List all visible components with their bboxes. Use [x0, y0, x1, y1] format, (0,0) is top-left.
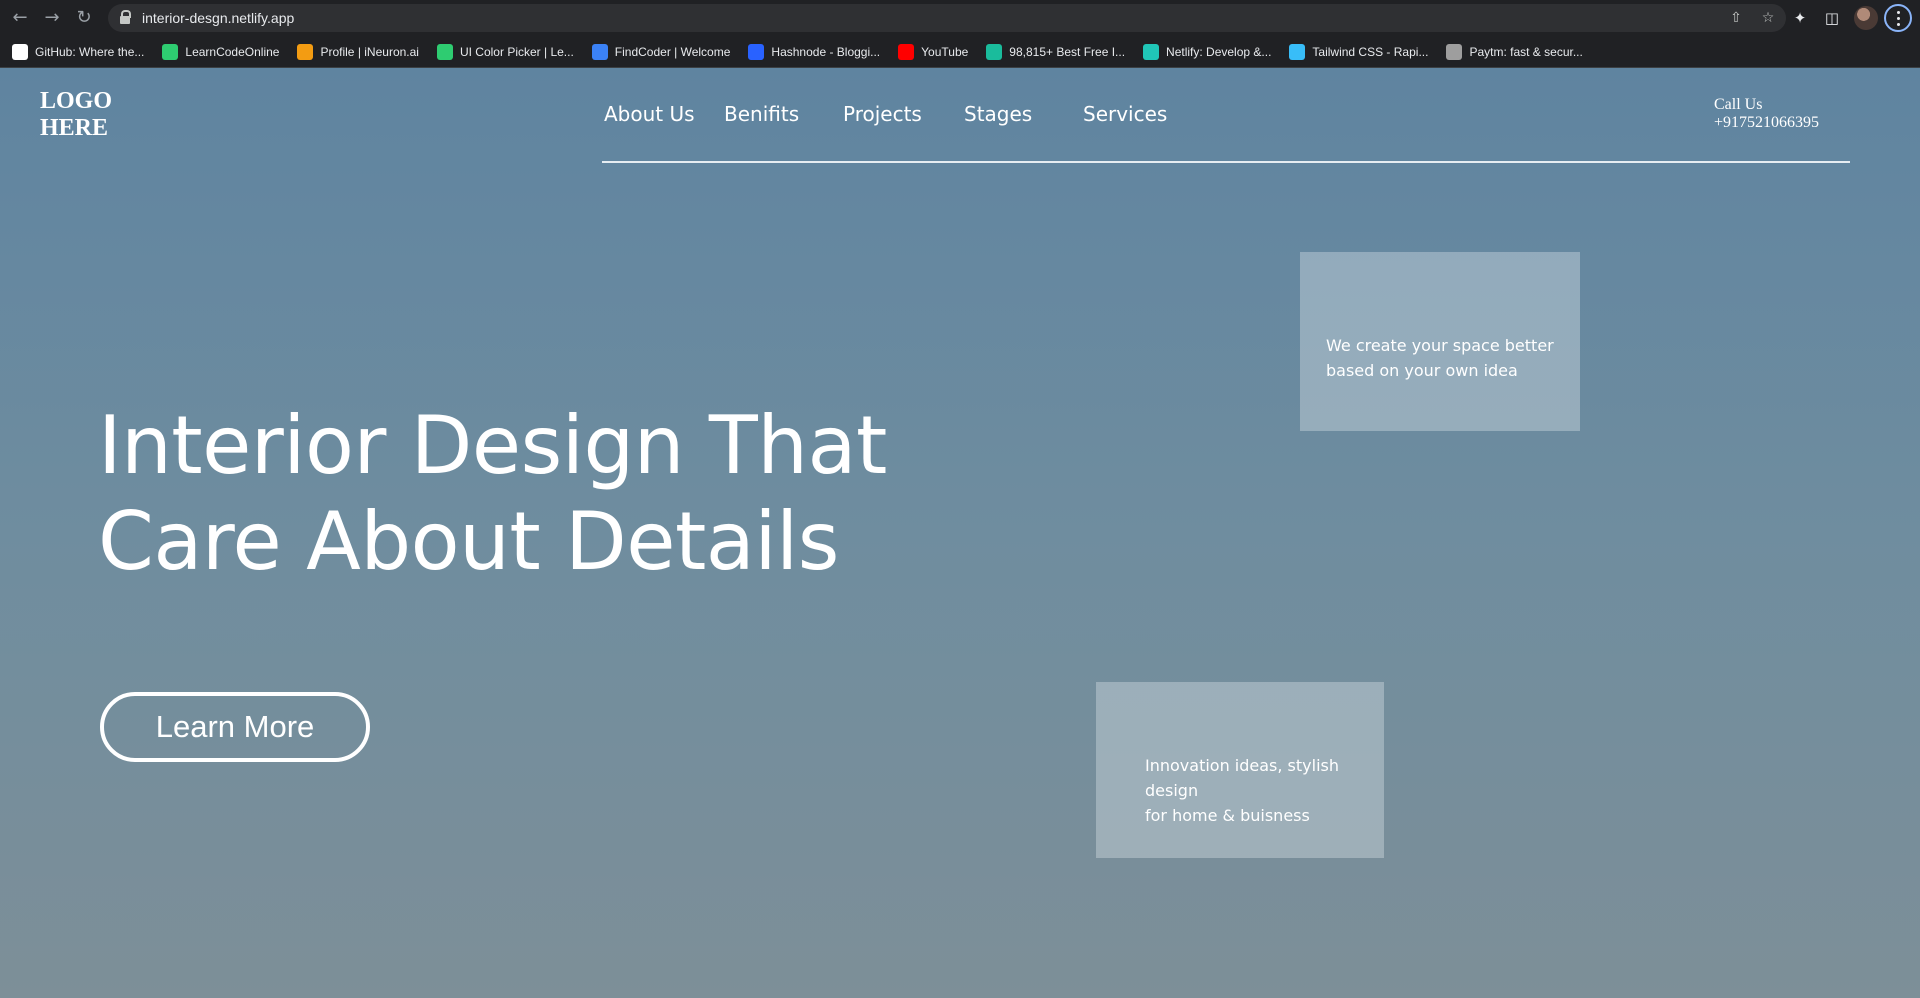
nav-services[interactable]: Services: [1083, 102, 1167, 126]
bookmark-label: Paytm: fast & secur...: [1469, 44, 1583, 59]
card-text-line2: for home & buisness: [1145, 806, 1310, 825]
profile-avatar[interactable]: [1854, 6, 1878, 30]
page-hero: LOGO HERE About Us Benifits Projects Stag…: [0, 68, 1920, 998]
share-icon[interactable]: ⇧: [1726, 8, 1746, 28]
bookmark-item[interactable]: GitHub: Where the...: [12, 43, 145, 60]
bookmark-label: Profile | iNeuron.ai: [320, 44, 419, 59]
bookmarks-bar: GitHub: Where the... LearnCodeOnline Profi…: [0, 36, 1920, 68]
bookmark-item[interactable]: UI Color Picker | Le...: [436, 43, 574, 60]
card-text-line1: Innovation ideas, stylish design: [1145, 756, 1339, 800]
call-us-label: Call Us: [1714, 96, 1763, 113]
learncodeonline-icon: [162, 43, 179, 60]
forward-icon[interactable]: →: [40, 6, 64, 30]
youtube-icon: [898, 43, 915, 60]
lock-icon: [120, 10, 131, 24]
hashnode-icon: [748, 43, 765, 60]
reload-icon[interactable]: ↻: [72, 6, 96, 30]
bookmark-item[interactable]: Profile | iNeuron.ai: [297, 43, 419, 60]
extensions-icon[interactable]: ✦: [1788, 6, 1812, 30]
bookmark-label: Hashnode - Bloggi...: [771, 44, 881, 59]
bookmark-label: FindCoder | Welcome: [614, 44, 731, 59]
feature-card-space: We create your space better based on you…: [1300, 252, 1580, 431]
bookmark-item[interactable]: Netlify: Develop &...: [1143, 43, 1272, 60]
nav-benifits[interactable]: Benifits: [724, 102, 799, 126]
browser-toolbar: ← → ↻ interior-desgn.netlify.app ⇧ ☆ ✦ ◫: [0, 0, 1920, 36]
star-icon[interactable]: ☆: [1758, 8, 1778, 28]
bookmark-label: Tailwind CSS - Rapi...: [1312, 44, 1429, 59]
findcoder-icon: [591, 43, 608, 60]
learn-more-button[interactable]: Learn More: [100, 692, 370, 762]
bookmark-item[interactable]: FindCoder | Welcome: [591, 43, 731, 60]
bookmark-label: 98,815+ Best Free I...: [1009, 44, 1126, 59]
card-text: We create your space better based on you…: [1326, 336, 1554, 380]
ineuron-icon: [297, 43, 314, 60]
freepik-icon: [986, 43, 1003, 60]
bookmark-label: YouTube: [921, 44, 969, 59]
back-icon[interactable]: ←: [8, 6, 32, 30]
address-bar[interactable]: interior-desgn.netlify.app ⇧ ☆: [108, 4, 1786, 32]
bookmark-item[interactable]: Paytm: fast & secur...: [1446, 43, 1583, 60]
learncodeonline-icon: [436, 43, 453, 60]
nav-projects[interactable]: Projects: [843, 102, 922, 126]
bookmark-item[interactable]: 98,815+ Best Free I...: [986, 43, 1126, 60]
netlify-icon: [1143, 43, 1160, 60]
nav-stages[interactable]: Stages: [964, 102, 1032, 126]
bookmark-item[interactable]: Hashnode - Bloggi...: [748, 43, 881, 60]
bookmark-item[interactable]: Tailwind CSS - Rapi...: [1289, 43, 1429, 60]
menu-icon[interactable]: [1884, 4, 1912, 32]
side-panel-icon[interactable]: ◫: [1820, 6, 1844, 30]
logo[interactable]: LOGO HERE: [40, 88, 112, 142]
call-us-block: Call Us +917521066395: [1714, 96, 1819, 132]
phone-number[interactable]: +917521066395: [1714, 114, 1819, 132]
bookmark-item[interactable]: YouTube: [898, 43, 969, 60]
nav-about-us[interactable]: About Us: [604, 102, 695, 126]
bookmark-item[interactable]: LearnCodeOnline: [162, 43, 280, 60]
bookmark-label: GitHub: Where the...: [35, 44, 145, 59]
github-icon: [12, 43, 28, 60]
tailwind-icon: [1289, 43, 1306, 60]
feature-card-innovation: Innovation ideas, stylish design for hom…: [1096, 682, 1384, 858]
nav-divider: [602, 161, 1850, 163]
bookmark-label: UI Color Picker | Le...: [459, 44, 574, 59]
url-text[interactable]: interior-desgn.netlify.app: [142, 10, 294, 26]
bookmark-label: LearnCodeOnline: [185, 44, 280, 59]
bookmark-label: Netlify: Develop &...: [1166, 44, 1272, 59]
paytm-icon: [1446, 43, 1463, 60]
hero-title: Interior Design That Care About Details: [98, 399, 887, 588]
